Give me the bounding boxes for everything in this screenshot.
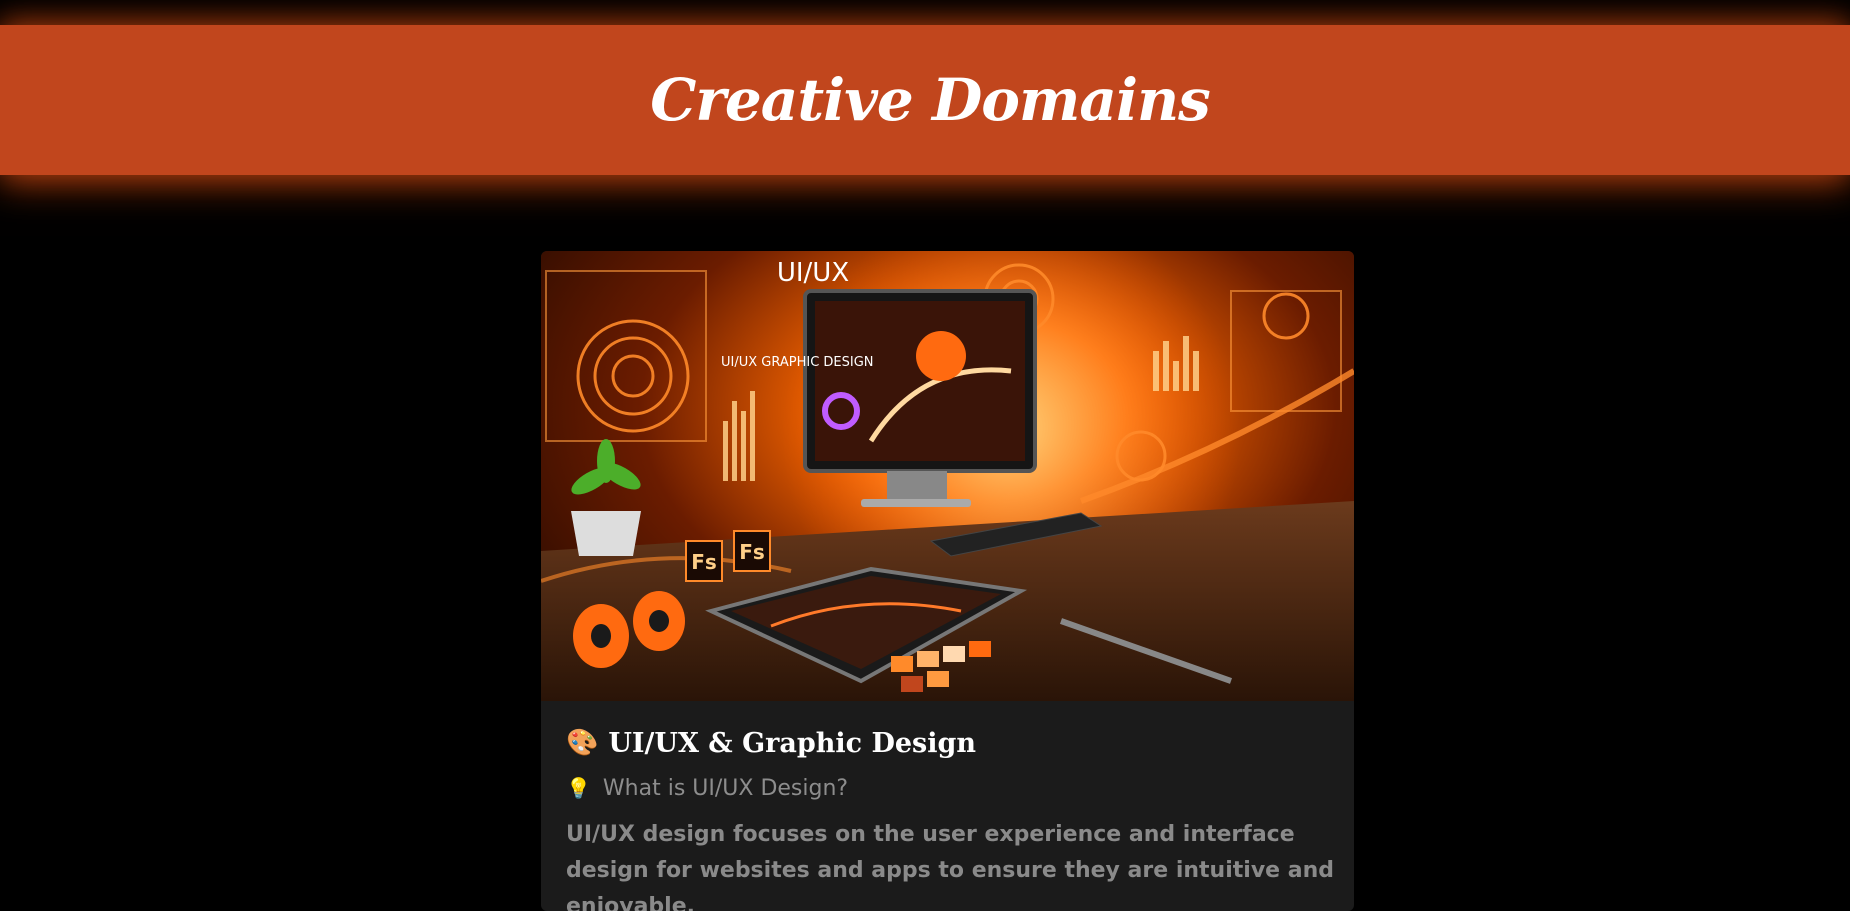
card-subtitle: 💡 What is UI/UX Design? bbox=[566, 771, 1329, 805]
lightbulb-icon: 💡 bbox=[566, 776, 591, 800]
card-image: Fs Fs UI/UX UI/UX GRAPHIC DESIGN bbox=[541, 251, 1354, 701]
card-title-text: UI/UX & Graphic Design bbox=[608, 727, 977, 759]
page-header: Creative Domains bbox=[0, 25, 1850, 175]
design-workspace-illustration: Fs Fs UI/UX UI/UX GRAPHIC DESIGN bbox=[541, 251, 1354, 701]
palette-icon: 🎨 bbox=[566, 728, 599, 758]
image-panel-text: UI/UX GRAPHIC DESIGN bbox=[721, 355, 874, 370]
card-subtitle-text: What is UI/UX Design? bbox=[602, 775, 849, 801]
page-title: Creative Domains bbox=[650, 66, 1211, 134]
image-badge-2: Fs bbox=[739, 540, 765, 564]
card-title[interactable]: 🎨 UI/UX & Graphic Design bbox=[566, 723, 1329, 763]
domain-card[interactable]: Fs Fs UI/UX UI/UX GRAPHIC DESIGN 🎨 UI/UX… bbox=[541, 251, 1354, 911]
image-badge-1: Fs bbox=[691, 550, 717, 574]
card-description: UI/UX design focuses on the user experie… bbox=[566, 822, 1334, 911]
image-overlay-text: UI/UX bbox=[777, 258, 849, 288]
